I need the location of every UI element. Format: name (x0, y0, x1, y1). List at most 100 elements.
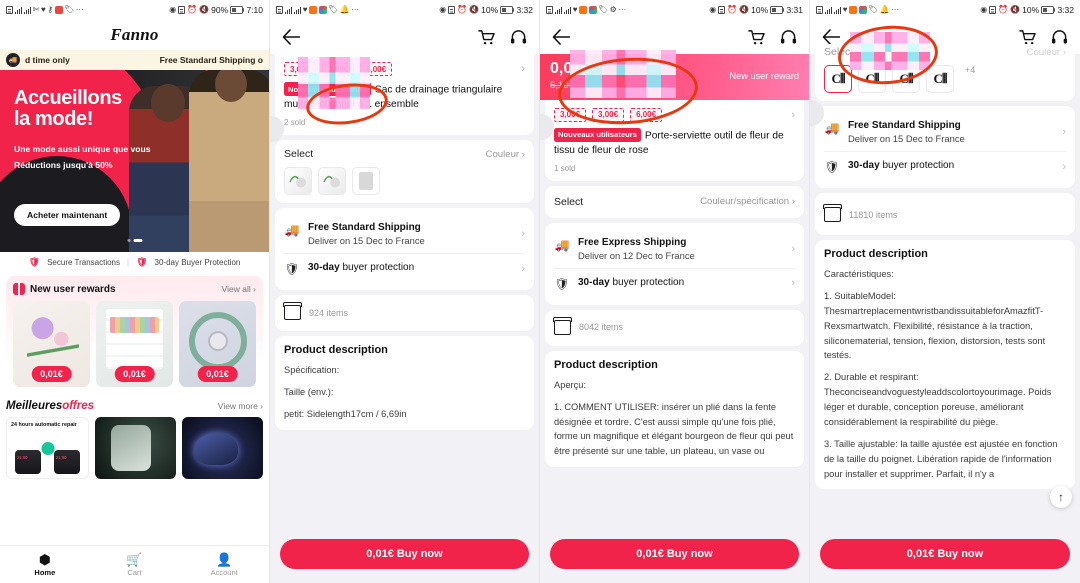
select-label: Select (824, 46, 854, 58)
coupon-chip[interactable]: 3,00€ (554, 107, 587, 122)
cart-icon[interactable] (745, 26, 767, 48)
chevron-right-icon[interactable]: › (791, 243, 795, 255)
sim-icon (276, 6, 283, 14)
app-red-icon (54, 6, 63, 14)
select-label: Select (284, 148, 314, 161)
variant-swatch[interactable] (284, 167, 312, 196)
model-right (189, 70, 269, 252)
variant-swatch[interactable]: C⦀ (926, 65, 954, 93)
offer-card[interactable] (95, 417, 176, 479)
panel-product-towel-holder: ♥ 🏷 ⚙ ··· ◉ ⏰ 🔇 10% 3:31 0,01€ 5,10€ New… (540, 0, 810, 583)
shipping-card[interactable]: 🚚 Free Standard Shipping Deliver on 15 D… (815, 106, 1075, 188)
new-user-badge: Nouveaux utilisateurs (554, 127, 641, 142)
shipping-card[interactable]: 🚚 Free Standard Shipping Deliver on 15 D… (275, 208, 534, 291)
rewards-view-all-link[interactable]: View all › (222, 284, 256, 294)
chevron-right-icon[interactable]: › (1062, 161, 1066, 173)
variant-swatch[interactable]: C⦀ (824, 65, 852, 93)
protection-row[interactable]: 🛡 30-day buyer protection › (554, 270, 795, 297)
scissors-icon: ✄ (32, 5, 40, 14)
back-arrow-icon[interactable] (280, 26, 302, 48)
shop-card[interactable]: shop name 8042 items (545, 309, 804, 346)
protection-row[interactable]: 🛡 30-day buyer protection › (284, 255, 525, 282)
coupon-chip[interactable]: 6,00€ (630, 107, 663, 122)
chevron-right-icon[interactable]: › (521, 263, 525, 275)
variant-swatch[interactable]: C⦀ (892, 65, 920, 93)
best-offers-section: Meilleuresoffres View more › 24 hours au… (6, 400, 263, 479)
scroll-top-icon[interactable]: ↑ (1050, 486, 1072, 508)
shipping-row[interactable]: 🚚 Free Standard Shipping Deliver on 15 D… (824, 114, 1066, 150)
select-variant-card[interactable]: Select Couleur › (275, 140, 534, 204)
coupon-row[interactable]: 3,00€ 3,00€ 6,00€ › (554, 107, 795, 122)
promo-banner[interactable]: 🚚 d time only Free Standard Shipping o (0, 50, 269, 70)
heart-icon: ♥ (572, 5, 578, 14)
product-scroll-area-panel3[interactable]: 0,01€ 5,10€ New user reward 3,00€ 3,00€ … (540, 50, 809, 583)
select-variant-card[interactable]: Select Couleur › C⦀ C⦀ C⦀ C⦀ +4 (815, 44, 1075, 101)
shipping-card[interactable]: 🚚 Free Express Shipping Deliver on 12 De… (545, 222, 804, 305)
headset-icon[interactable] (777, 26, 799, 48)
shop-card[interactable]: shop name 924 items (275, 295, 534, 332)
description-line: 1. COMMENT UTILISER: insérer un plié dan… (554, 401, 794, 457)
offers-view-more-link[interactable]: View more › (218, 401, 263, 411)
protection-row[interactable]: 🛡 30-day buyer protection › (824, 153, 1066, 180)
coupon-chip[interactable]: 6,00€ (360, 62, 393, 76)
protection-strong: 30-day (578, 276, 610, 288)
variant-swatch[interactable] (318, 167, 346, 196)
gift-icon (13, 283, 25, 295)
shipping-title: Free Express Shipping (578, 236, 687, 248)
product-scroll-area-panel4[interactable]: Select Couleur › C⦀ C⦀ C⦀ C⦀ +4 🚚 Free S… (810, 21, 1080, 583)
buy-now-button[interactable]: 0,01€ Buy now (550, 539, 799, 569)
headset-icon[interactable] (507, 26, 529, 48)
rewards-title: New user rewards (30, 283, 116, 295)
shop-card[interactable]: shop name 11810 items (815, 193, 1075, 235)
coupon-chip[interactable]: 3,00€ (284, 62, 317, 76)
status-bar-panel1: ✄ ♥ ⚷ 🏷 ··· ◉ ⏰ 🔇 90% 7:10 (0, 0, 269, 20)
chevron-right-icon[interactable]: › (791, 277, 795, 289)
variant-swatches[interactable]: C⦀ C⦀ C⦀ C⦀ +4 (824, 65, 1066, 93)
more-swatches-count[interactable]: +4 (965, 65, 975, 93)
watch-image-right (54, 450, 80, 474)
variant-swatches[interactable] (284, 167, 525, 196)
buy-now-button[interactable]: 0,01€ Buy now (820, 539, 1070, 569)
select-variant-card[interactable]: Select Couleur/spécification › (545, 185, 804, 218)
variant-swatch[interactable] (352, 167, 380, 196)
shipping-row[interactable]: 🚚 Free Standard Shipping Deliver on 15 D… (284, 216, 525, 252)
carousel-dots[interactable] (127, 239, 142, 242)
status-bar-panel2: ♥ 🏷 🔔 ··· ◉ ⏰ 🔇 10% 3:32 (270, 0, 539, 20)
shop-now-button[interactable]: Acheter maintenant (14, 204, 121, 226)
coupon-chip[interactable]: 3,00€ (592, 107, 625, 122)
variant-swatch[interactable]: C⦀ (858, 65, 886, 93)
offer-card[interactable] (182, 417, 263, 479)
cart-icon[interactable] (475, 26, 497, 48)
signal-bars-1-icon (554, 6, 563, 14)
reward-card[interactable]: 0,01€ (179, 301, 256, 387)
shipping-row[interactable]: 🚚 Free Express Shipping Deliver on 12 De… (554, 231, 795, 267)
shop-item-count: 924 items (309, 307, 349, 318)
tab-cart[interactable]: 🛒 Cart (90, 546, 180, 583)
chevron-right-icon[interactable]: › (521, 228, 525, 240)
buy-now-button[interactable]: 0,01€ Buy now (280, 539, 529, 569)
trust-divider: | (127, 257, 130, 267)
mute-icon: 🔇 (469, 5, 480, 14)
tab-account[interactable]: 👤 Account (179, 546, 269, 583)
tab-home[interactable]: ⬢ Home (0, 546, 90, 583)
hero-carousel[interactable]: Accueillons la mode! Une mode aussi uniq… (0, 70, 269, 252)
coupon-row[interactable]: 3,00€ 3,00€ 6,00€ › (284, 62, 525, 76)
hero-text-block: Accueillons la mode! Une mode aussi uniq… (14, 88, 151, 173)
truck-icon: 🚚 (554, 237, 570, 252)
back-arrow-icon[interactable] (550, 26, 572, 48)
coupon-chip[interactable]: 3,00€ (322, 62, 355, 76)
chevron-right-icon[interactable]: › (791, 109, 795, 121)
sold-count: 2 sold (284, 118, 306, 128)
signal-bars-2-icon (833, 6, 842, 14)
battery-percent: 10% (481, 5, 499, 15)
offer-badge-icon (41, 442, 54, 455)
app-orange-icon (579, 6, 587, 14)
product-scroll-area-panel2[interactable]: 3,00€ 3,00€ 6,00€ › Nouveaux utilisateur… (270, 54, 539, 583)
clock-time: 7:10 (246, 5, 263, 15)
chevron-right-icon[interactable]: › (521, 63, 525, 75)
reward-card[interactable]: 0,01€ (13, 301, 90, 387)
offer-card[interactable]: 24 hours automatic repair (6, 417, 89, 479)
protection-icon: 🛡 (136, 256, 148, 267)
reward-card[interactable]: 0,01€ (96, 301, 173, 387)
chevron-right-icon[interactable]: › (1062, 126, 1066, 138)
